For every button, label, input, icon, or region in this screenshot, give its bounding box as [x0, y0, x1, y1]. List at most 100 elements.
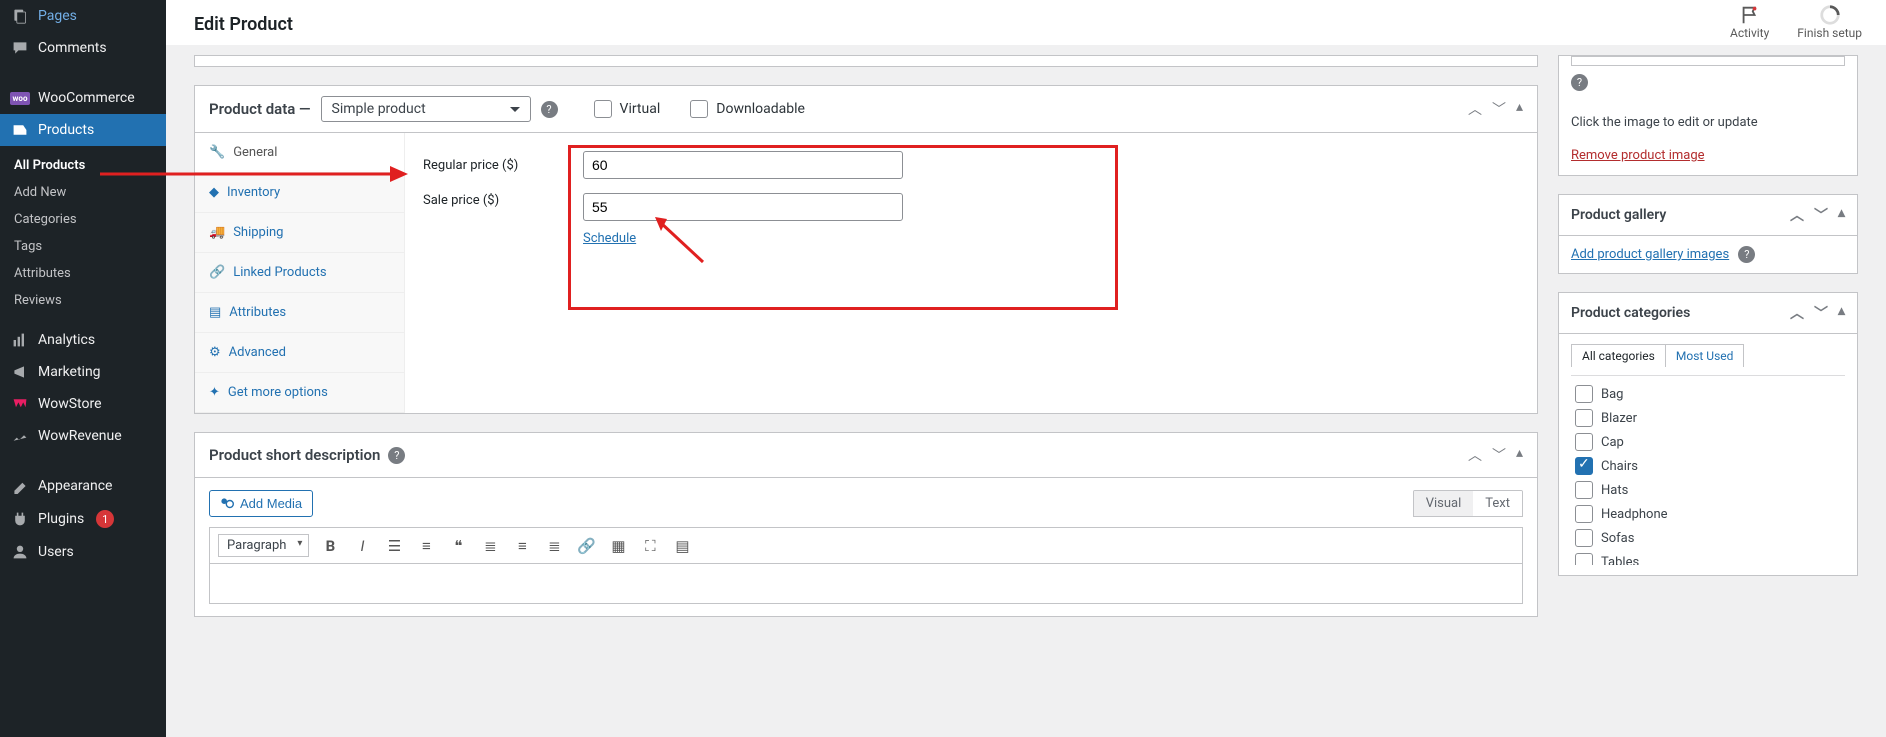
- cat-checkbox[interactable]: [1575, 505, 1593, 523]
- link-button[interactable]: 🔗: [575, 535, 597, 557]
- tab-advanced[interactable]: ⚙Advanced: [195, 333, 404, 373]
- bold-button[interactable]: B: [319, 535, 341, 557]
- activity-button[interactable]: Activity: [1730, 4, 1769, 40]
- move-up-icon[interactable]: ︿: [1790, 205, 1804, 225]
- sidebar-item-comments[interactable]: Comments: [0, 32, 166, 64]
- help-icon[interactable]: ?: [388, 447, 405, 464]
- cat-checkbox[interactable]: [1575, 433, 1593, 451]
- cat-item[interactable]: Sofas: [1571, 526, 1845, 550]
- tab-general[interactable]: 🔧General: [195, 133, 404, 173]
- plugins-icon: [10, 511, 30, 527]
- sidebar-label: Plugins: [38, 511, 84, 527]
- sub-tags[interactable]: Tags: [0, 233, 166, 260]
- help-icon[interactable]: ?: [1571, 74, 1588, 91]
- sub-attributes[interactable]: Attributes: [0, 260, 166, 287]
- sub-categories[interactable]: Categories: [0, 206, 166, 233]
- move-up-icon[interactable]: ︿: [1468, 445, 1482, 465]
- downloadable-checkbox[interactable]: [690, 100, 708, 118]
- cat-item[interactable]: Bag: [1571, 382, 1845, 406]
- cat-item[interactable]: Tables: [1571, 550, 1845, 565]
- cat-item[interactable]: Headphone: [1571, 502, 1845, 526]
- sidebar-item-users[interactable]: Users: [0, 536, 166, 568]
- move-down-icon[interactable]: ﹀: [1492, 445, 1506, 465]
- align-center-button[interactable]: ≡: [511, 535, 533, 557]
- move-up-icon[interactable]: ︿: [1790, 303, 1804, 323]
- fullscreen-button[interactable]: ⛶: [639, 535, 661, 557]
- move-down-icon[interactable]: ﹀: [1814, 205, 1828, 225]
- add-media-button[interactable]: Add Media: [209, 490, 313, 517]
- text-tab[interactable]: Text: [1473, 491, 1522, 516]
- categories-title: Product categories: [1571, 305, 1690, 321]
- sale-price-input[interactable]: [583, 193, 903, 221]
- tab-shipping[interactable]: 🚚Shipping: [195, 213, 404, 253]
- most-used-tab[interactable]: Most Used: [1666, 344, 1745, 367]
- collapse-icon[interactable]: ▴: [1838, 205, 1845, 225]
- align-right-button[interactable]: ≣: [543, 535, 565, 557]
- cat-item[interactable]: Chairs: [1571, 454, 1845, 478]
- tab-more[interactable]: ✦Get more options: [195, 373, 404, 413]
- regular-price-input[interactable]: [583, 151, 903, 179]
- move-down-icon[interactable]: ﹀: [1814, 303, 1828, 323]
- tab-linked[interactable]: 🔗Linked Products: [195, 253, 404, 293]
- sub-add-new[interactable]: Add New: [0, 179, 166, 206]
- product-image-thumb[interactable]: [1571, 56, 1845, 66]
- editor-textarea[interactable]: [209, 564, 1523, 604]
- wrench-icon: 🔧: [209, 145, 225, 160]
- tab-inventory[interactable]: ◆Inventory: [195, 173, 404, 213]
- more-button[interactable]: ▦: [607, 535, 629, 557]
- cat-checkbox[interactable]: [1575, 409, 1593, 427]
- align-left-button[interactable]: ≣: [479, 535, 501, 557]
- product-data-tabs: 🔧General ◆Inventory 🚚Shipping 🔗Linked Pr…: [195, 133, 405, 413]
- move-down-icon[interactable]: ﹀: [1492, 99, 1506, 119]
- format-select[interactable]: Paragraph: [218, 534, 309, 557]
- cat-item[interactable]: Cap: [1571, 430, 1845, 454]
- quote-button[interactable]: ❝: [447, 535, 469, 557]
- attributes-icon: ▤: [209, 305, 221, 320]
- category-list[interactable]: Bag Blazer Cap Chairs Hats Headphone Sof…: [1571, 375, 1845, 565]
- sidebar-item-woocommerce[interactable]: woo WooCommerce: [0, 82, 166, 114]
- cat-checkbox[interactable]: [1575, 553, 1593, 565]
- virtual-checkbox[interactable]: [594, 100, 612, 118]
- sub-reviews[interactable]: Reviews: [0, 287, 166, 314]
- add-gallery-link[interactable]: Add product gallery images: [1571, 247, 1729, 262]
- sidebar-label: Comments: [38, 40, 107, 56]
- toolbar-toggle-button[interactable]: ▤: [671, 535, 693, 557]
- cat-checkbox[interactable]: [1575, 385, 1593, 403]
- cat-checkbox[interactable]: [1575, 481, 1593, 499]
- cat-item[interactable]: Blazer: [1571, 406, 1845, 430]
- cat-checkbox[interactable]: [1575, 529, 1593, 547]
- pd-title: Product data —: [209, 100, 311, 118]
- product-data-panel: Product data — Simple product ? Virtual …: [194, 85, 1538, 414]
- sidebar-item-marketing[interactable]: Marketing: [0, 356, 166, 388]
- cat-checkbox[interactable]: [1575, 457, 1593, 475]
- remove-image-link[interactable]: Remove product image: [1571, 148, 1705, 163]
- main-area: Edit Product Activity Finish setup Produ…: [166, 0, 1886, 737]
- tab-attributes[interactable]: ▤Attributes: [195, 293, 404, 333]
- help-icon[interactable]: ?: [1738, 246, 1755, 263]
- schedule-link[interactable]: Schedule: [583, 231, 636, 246]
- move-up-icon[interactable]: ︿: [1468, 99, 1482, 119]
- sidebar-item-products[interactable]: Products: [0, 114, 166, 146]
- collapse-icon[interactable]: ▴: [1516, 445, 1523, 465]
- collapse-icon[interactable]: ▴: [1516, 99, 1523, 119]
- finish-setup-button[interactable]: Finish setup: [1797, 4, 1862, 40]
- sidebar-item-plugins[interactable]: Plugins 1: [0, 502, 166, 536]
- sub-all-products[interactable]: All Products: [0, 152, 166, 179]
- number-list-button[interactable]: ≡: [415, 535, 437, 557]
- sidebar-item-wowrevenue[interactable]: WowRevenue: [0, 420, 166, 452]
- downloadable-checkbox-wrap[interactable]: Downloadable: [690, 100, 805, 118]
- bullet-list-button[interactable]: ☰: [383, 535, 405, 557]
- help-icon[interactable]: ?: [541, 101, 558, 118]
- sidebar-item-pages[interactable]: Pages: [0, 0, 166, 32]
- italic-button[interactable]: I: [351, 535, 373, 557]
- page-title: Edit Product: [194, 14, 293, 35]
- product-type-select[interactable]: Simple product: [321, 96, 531, 122]
- sidebar-item-wowstore[interactable]: WowStore: [0, 388, 166, 420]
- all-categories-tab[interactable]: All categories: [1571, 344, 1666, 367]
- sidebar-item-appearance[interactable]: Appearance: [0, 470, 166, 502]
- cat-item[interactable]: Hats: [1571, 478, 1845, 502]
- sidebar-item-analytics[interactable]: Analytics: [0, 324, 166, 356]
- collapse-icon[interactable]: ▴: [1838, 303, 1845, 323]
- visual-tab[interactable]: Visual: [1414, 491, 1474, 516]
- virtual-checkbox-wrap[interactable]: Virtual: [594, 100, 661, 118]
